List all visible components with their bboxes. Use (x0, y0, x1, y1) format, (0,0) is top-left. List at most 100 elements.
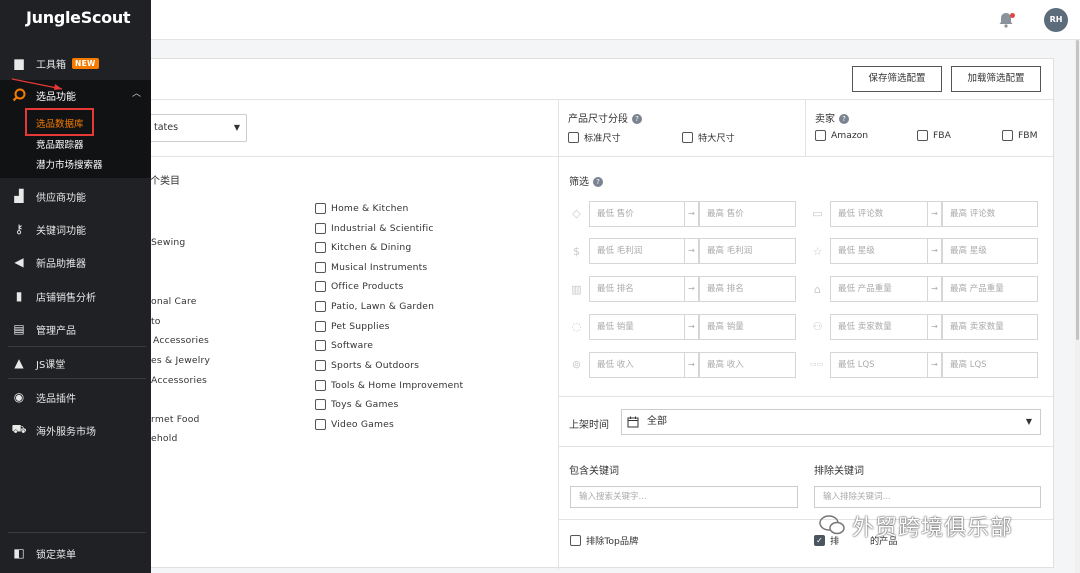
price-tag-icon: ◇ (572, 207, 581, 220)
category-checkbox[interactable]: Kitchen & Dining (315, 242, 411, 253)
category-item[interactable]: onal Care (151, 296, 197, 307)
subnav-market-finder[interactable]: 潜力市场搜索器 (36, 157, 103, 171)
category-checkbox[interactable]: Home & Kitchen (315, 203, 408, 214)
category-checkbox[interactable]: Office Products (315, 281, 404, 292)
size-standard-checkbox[interactable]: 标准尺寸 (568, 130, 621, 144)
category-checkbox[interactable]: Tools & Home Improvement (315, 380, 463, 391)
category-checkbox[interactable]: Software (315, 340, 373, 351)
calendar-icon (627, 416, 639, 428)
sidebar-item-launch[interactable]: ◀ 新品助推器 (0, 247, 151, 277)
notification-dot (1010, 13, 1015, 18)
review-icon: ▭ (812, 207, 823, 220)
check-icon: ✓ (814, 534, 825, 546)
key-icon: ⚷ (14, 222, 24, 236)
help-icon[interactable]: ? (593, 177, 603, 187)
min-rank-input[interactable]: 最低 排名 (589, 276, 685, 302)
chevron-up-icon[interactable]: ︿ (132, 86, 141, 99)
sidebar-item-service-market[interactable]: ⛟ 海外服务市场 (0, 415, 151, 445)
max-profit-input[interactable]: 最高 毛利润 (699, 238, 796, 264)
sellers-icon: ⚇ (812, 320, 823, 333)
seller-amazon-checkbox[interactable]: Amazon (815, 130, 868, 141)
rank-icon: ▥ (571, 283, 582, 296)
category-checkbox[interactable]: Sports & Outdoors (315, 360, 419, 371)
inbox-icon: ▤ (13, 322, 25, 336)
megaphone-icon: ◀ (14, 255, 24, 269)
star-icon: ☆ (812, 245, 823, 258)
categories-heading: 个类目 (150, 176, 180, 187)
top-bar (0, 0, 1080, 40)
max-reviews-input[interactable]: 最高 评论数 (942, 201, 1038, 227)
lock-menu-button[interactable]: ◧ 锁定菜单 (0, 538, 151, 568)
watermark-text: 外贸跨境俱乐部 (852, 516, 1014, 541)
arrow-right-icon: → (685, 201, 699, 227)
min-reviews-input[interactable]: 最低 评论数 (830, 201, 928, 227)
arrow-right-icon: → (928, 314, 942, 340)
lock-icon: ◧ (13, 546, 25, 560)
category-item[interactable]: rmet Food (151, 414, 200, 425)
factory-icon: ▟ (14, 189, 24, 203)
divider (150, 156, 1054, 157)
revenue-icon: ⊚ (571, 358, 582, 371)
scrollbar-thumb[interactable] (1076, 40, 1079, 340)
divider (150, 99, 1054, 100)
seller-fbm-checkbox[interactable]: FBM (1002, 130, 1038, 141)
min-price-input[interactable]: 最低 售价 (589, 201, 685, 227)
max-lqs-input[interactable]: 最高 LQS (942, 352, 1038, 378)
subnav-competitor-tracker[interactable]: 竞品跟踪器 (36, 137, 84, 151)
help-icon[interactable]: ? (632, 114, 642, 124)
max-price-input[interactable]: 最高 售价 (699, 201, 796, 227)
sidebar-item-manage-products[interactable]: ▤ 管理产品 (0, 314, 151, 344)
load-filter-button[interactable]: 加载筛选配置 (951, 66, 1041, 92)
help-icon[interactable]: ? (839, 114, 849, 124)
category-item[interactable]: ehold (151, 433, 177, 444)
category-checkbox[interactable]: Toys & Games (315, 399, 398, 410)
sidebar-item-keywords[interactable]: ⚷ 关键词功能 (0, 214, 151, 244)
include-keywords-input[interactable]: 输入搜索关键字... (570, 486, 798, 508)
caret-down-icon: ▼ (233, 123, 240, 132)
listing-date-select[interactable]: 全部 ▼ (621, 409, 1041, 435)
category-item[interactable]: es & Jewelry (151, 355, 210, 366)
avatar[interactable]: RH (1044, 8, 1068, 32)
max-rank-input[interactable]: 最高 排名 (699, 276, 796, 302)
min-rating-input[interactable]: 最低 星级 (830, 238, 928, 264)
category-checkbox[interactable]: Patio, Lawn & Garden (315, 301, 434, 312)
category-checkbox[interactable]: Pet Supplies (315, 321, 390, 332)
sales-icon: ◌ (571, 320, 582, 333)
exclude-top-brands-checkbox[interactable]: 排除Top品牌 (570, 533, 638, 547)
sidebar-divider (8, 532, 146, 533)
category-checkbox[interactable]: Musical Instruments (315, 262, 427, 273)
category-item[interactable]: Accessories (151, 375, 207, 386)
max-weight-input[interactable]: 最高 产品重量 (942, 276, 1038, 302)
sidebar-item-js-academy[interactable]: ▲ JS课堂 (0, 348, 151, 378)
min-sellers-input[interactable]: 最低 卖家数量 (830, 314, 928, 340)
category-item[interactable]: Accessories (153, 335, 209, 346)
category-checkbox[interactable]: Video Games (315, 419, 394, 430)
marketplace-select[interactable]: tates ▼ (145, 114, 247, 142)
min-profit-input[interactable]: 最低 毛利润 (589, 238, 685, 264)
min-sales-input[interactable]: 最低 销量 (589, 314, 685, 340)
arrow-right-icon: → (928, 201, 942, 227)
category-item[interactable]: Sewing (151, 237, 185, 248)
caret-down-icon: ▼ (1025, 417, 1032, 426)
max-sales-input[interactable]: 最高 销量 (699, 314, 796, 340)
new-badge: NEW (72, 57, 99, 69)
save-filter-button[interactable]: 保存筛选配置 (852, 66, 942, 92)
wechat-logo-icon (819, 515, 845, 535)
category-checkbox[interactable]: Industrial & Scientific (315, 223, 434, 234)
min-lqs-input[interactable]: 最低 LQS (830, 352, 928, 378)
sidebar-item-supplier[interactable]: ▟ 供应商功能 (0, 181, 151, 211)
max-revenue-input[interactable]: 最高 收入 (699, 352, 796, 378)
sidebar-item-extension[interactable]: ◉ 选品插件 (0, 382, 151, 412)
min-weight-input[interactable]: 最低 产品重量 (830, 276, 928, 302)
size-oversize-checkbox[interactable]: 特大尺寸 (682, 130, 735, 144)
arrow-right-icon: → (928, 276, 942, 302)
sidebar-item-toolbox[interactable]: ▆ 工具箱 NEW (0, 48, 151, 78)
max-sellers-input[interactable]: 最高 卖家数量 (942, 314, 1038, 340)
max-rating-input[interactable]: 最高 星级 (942, 238, 1038, 264)
category-item[interactable]: to (151, 316, 161, 327)
sidebar-item-sales-analytics[interactable]: ▮ 店铺销售分析 (0, 281, 151, 311)
brand-logo[interactable]: JungleScout (26, 8, 131, 27)
min-revenue-input[interactable]: 最低 收入 (589, 352, 685, 378)
exclude-keywords-input[interactable]: 输入排除关键词... (814, 486, 1041, 508)
seller-fba-checkbox[interactable]: FBA (917, 130, 951, 141)
